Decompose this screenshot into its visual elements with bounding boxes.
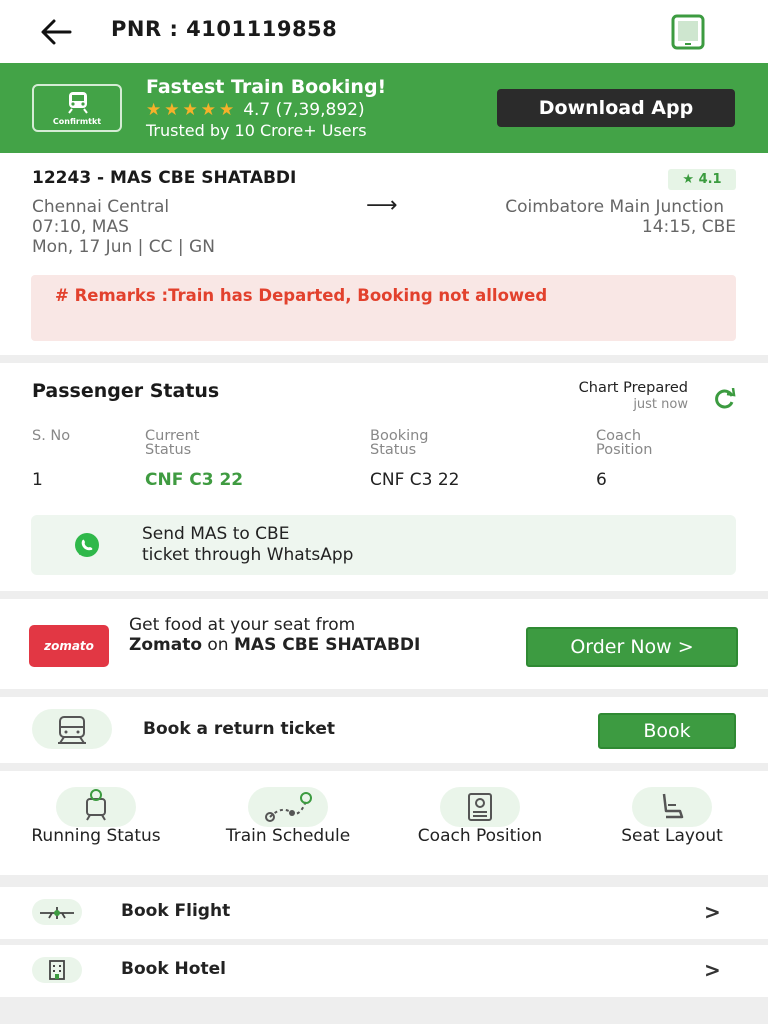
banner-subtitle: Trusted by 10 Crore+ Users (146, 121, 367, 140)
journey-info: Mon, 17 Jun | CC | GN (32, 237, 215, 257)
row-coach-position: 6 (596, 470, 607, 490)
departure-time: 07:10, MAS (32, 217, 129, 237)
passenger-status-title: Passenger Status (32, 380, 220, 402)
train-front-icon (58, 716, 86, 744)
header-current-status: Current Status (145, 428, 200, 458)
mobile-phone-icon[interactable] (668, 14, 708, 50)
food-line-1: Get food at your seat from (129, 615, 356, 635)
pnr-title: PNR : 4101119858 (111, 17, 338, 41)
return-ticket-card: Book a return ticket Book (0, 697, 768, 763)
top-bar: PNR : 4101119858 (0, 0, 768, 63)
seat-layout-label: Seat Layout (621, 826, 723, 846)
coach-position-tile[interactable]: Coach Position (400, 771, 560, 879)
passenger-status-card: Passenger Status Chart Prepared just now… (0, 363, 768, 591)
rating-stars-icon: ★★★★★ (146, 100, 238, 120)
whatsapp-icon (75, 533, 99, 557)
chart-status: Chart Prepared (578, 380, 688, 396)
book-hotel-row[interactable]: Book Hotel > (0, 945, 768, 997)
book-flight-row[interactable]: Book Flight > (0, 887, 768, 939)
banner-title: Fastest Train Booking! (146, 76, 387, 98)
train-rating-badge: ★ 4.1 (668, 169, 736, 190)
chart-time: just now (633, 397, 688, 412)
book-return-button[interactable]: Book (598, 713, 736, 749)
food-on: on (207, 635, 229, 655)
row-booking-status: CNF C3 22 (370, 470, 460, 490)
hotel-icon (32, 957, 82, 983)
food-brand: Zomato (129, 635, 202, 655)
flight-icon (32, 899, 82, 925)
to-station: Coimbatore Main Junction (505, 197, 724, 217)
running-status-label: Running Status (31, 826, 161, 846)
header-sno: S. No (32, 428, 71, 444)
confirmtkt-logo: Confirmtkt (32, 84, 122, 132)
train-schedule-icon (248, 787, 328, 827)
refresh-icon[interactable] (711, 388, 737, 410)
row-current-status: CNF C3 22 (145, 470, 244, 490)
quick-actions: Running Status Train Schedule Coach Posi… (0, 771, 768, 875)
running-status-tile[interactable]: Running Status (16, 771, 176, 879)
arrival-time: 14:15, CBE (641, 217, 736, 237)
logo-text: Confirmtkt (52, 117, 102, 126)
whatsapp-share-button[interactable]: Send MAS to CBE ticket through WhatsApp (31, 515, 736, 575)
back-arrow-icon[interactable] (36, 14, 76, 50)
coach-position-icon (440, 787, 520, 827)
train-logo-icon (68, 92, 88, 114)
direction-arrow-icon: ⟶ (366, 193, 398, 218)
chevron-right-icon: > (704, 900, 721, 924)
app-rating: ★★★★★ 4.7 (7,39,892) (146, 100, 365, 120)
download-app-button[interactable]: Download App (497, 89, 735, 127)
app-promo-banner: Confirmtkt Fastest Train Booking! ★★★★★ … (0, 63, 768, 153)
whatsapp-line-1: Send MAS to CBE (142, 524, 290, 544)
food-train-name: MAS CBE SHATABDI (234, 635, 421, 655)
food-line-2: Zomato on MAS CBE SHATABDI (129, 635, 459, 656)
food-order-card: zomato Get food at your seat from Zomato… (0, 599, 768, 689)
header-coach-position: Coach Position (596, 428, 653, 458)
train-schedule-label: Train Schedule (225, 826, 351, 846)
book-hotel-label: Book Hotel (121, 959, 226, 979)
seat-layout-tile[interactable]: Seat Layout (592, 771, 752, 879)
train-icon (32, 709, 112, 749)
whatsapp-text: Send MAS to CBE ticket through WhatsApp (142, 524, 353, 566)
from-station: Chennai Central (32, 197, 170, 217)
book-flight-label: Book Flight (121, 901, 231, 921)
remarks-alert: # Remarks :Train has Departed, Booking n… (31, 275, 736, 341)
rating-value: 4.7 (7,39,892) (243, 100, 365, 120)
train-name: 12243 - MAS CBE SHATABDI (32, 168, 297, 188)
running-status-icon (56, 787, 136, 827)
return-ticket-label: Book a return ticket (143, 719, 336, 739)
chevron-right-icon: > (704, 958, 721, 982)
row-sno: 1 (32, 470, 43, 490)
whatsapp-line-2: ticket through WhatsApp (142, 545, 354, 565)
train-details-card: 12243 - MAS CBE SHATABDI ★ 4.1 Chennai C… (0, 153, 768, 355)
zomato-logo: zomato (29, 625, 109, 667)
header-booking-status: Booking Status (370, 428, 429, 458)
order-now-button[interactable]: Order Now > (526, 627, 738, 667)
train-schedule-tile[interactable]: Train Schedule (208, 771, 368, 879)
coach-position-label: Coach Position (417, 826, 543, 846)
seat-layout-icon (632, 787, 712, 827)
